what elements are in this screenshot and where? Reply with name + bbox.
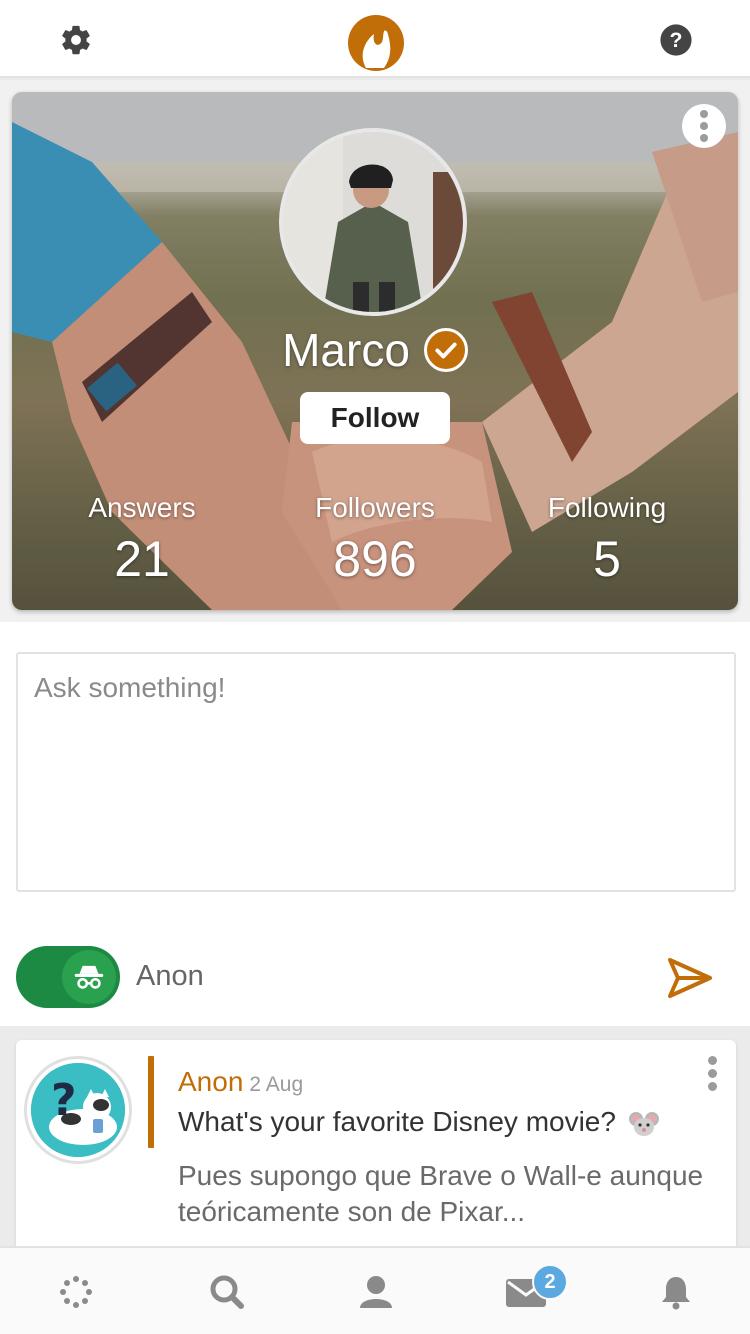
stat-label: Following (547, 492, 667, 523)
anon-toggle[interactable] (16, 946, 120, 1008)
follow-button[interactable]: Follow (300, 392, 450, 444)
stat-answers[interactable]: Answers 21 (32, 492, 252, 588)
mouse-face-emoji (628, 1111, 659, 1136)
more-dot (707, 1056, 717, 1065)
profile-section: Marco Follow Answers 21 Followers 896 Fo… (0, 80, 750, 622)
more-dot (700, 122, 708, 130)
stat-label: Answers (88, 492, 196, 523)
profile-stats: Answers 21 Followers 896 Following 5 (12, 492, 738, 592)
nav-home[interactable] (50, 1266, 102, 1318)
help-button[interactable]: ? (654, 18, 698, 62)
more-dot (707, 1069, 717, 1078)
verified-badge-icon (423, 328, 468, 372)
settings-button[interactable] (54, 18, 98, 62)
nav-search[interactable] (201, 1266, 253, 1318)
stat-followers[interactable]: Followers 896 (265, 492, 485, 588)
profile-more-button[interactable] (682, 104, 726, 148)
search-icon (210, 1275, 244, 1309)
question-text: What's your favorite Disney movie? (178, 1106, 660, 1138)
stat-label: Followers (315, 492, 435, 523)
question-date: 2 Aug (249, 1073, 304, 1096)
stat-value: 21 (114, 531, 170, 587)
nav-profile[interactable] (350, 1266, 402, 1318)
more-dot (700, 110, 708, 118)
avatar-photo (283, 132, 463, 312)
bottom-nav (0, 1246, 750, 1334)
question-accent-bar (148, 1056, 154, 1148)
top-bar: ? (0, 0, 750, 78)
question-author[interactable]: Anon (178, 1066, 243, 1097)
anon-label: Anon (136, 960, 204, 992)
feed: ? Anon 2 Aug What's your favorite Disney … (0, 1026, 750, 1260)
notifications-icon (662, 1277, 690, 1310)
profile-name-row: Marco (12, 320, 738, 380)
home-icon (60, 1276, 92, 1308)
send-icon (668, 958, 712, 998)
answer-text: Pues supongo que Brave o Wall-e aunque t… (178, 1160, 704, 1227)
flame-logo-icon (348, 15, 404, 71)
svg-text:?: ? (51, 1075, 77, 1126)
gear-icon (62, 25, 90, 55)
stat-value: 896 (333, 531, 417, 587)
nav-notifications[interactable] (650, 1266, 702, 1318)
profile-name: Marco (282, 324, 410, 376)
stat-following[interactable]: Following 5 (497, 492, 717, 588)
app-logo[interactable] (344, 10, 408, 72)
question-meta: Anon 2 Aug (178, 1066, 303, 1098)
more-dot (700, 134, 708, 142)
anon-avatar-image: ? (31, 1063, 125, 1157)
incognito-icon (74, 965, 104, 989)
svg-text:?: ? (670, 28, 683, 52)
anon-avatar[interactable]: ? (24, 1056, 132, 1164)
send-button[interactable] (664, 952, 716, 1004)
profile-icon (360, 1276, 392, 1308)
stat-value: 5 (593, 531, 621, 587)
feed-item-more-button[interactable] (702, 1056, 722, 1096)
profile-card: Marco Follow Answers 21 Followers 896 Fo… (12, 92, 738, 610)
ask-section: Anon (0, 622, 750, 1026)
profile-avatar[interactable] (279, 128, 467, 316)
feed-item[interactable]: ? Anon 2 Aug What's your favorite Disney … (16, 1040, 736, 1260)
toggle-knob (62, 950, 116, 1004)
more-dot (707, 1082, 717, 1091)
question-circle-icon: ? (660, 24, 692, 56)
question-body: What's your favorite Disney movie? (178, 1106, 616, 1137)
inbox-badge: 2 (532, 1264, 568, 1300)
ask-input[interactable] (16, 652, 736, 892)
